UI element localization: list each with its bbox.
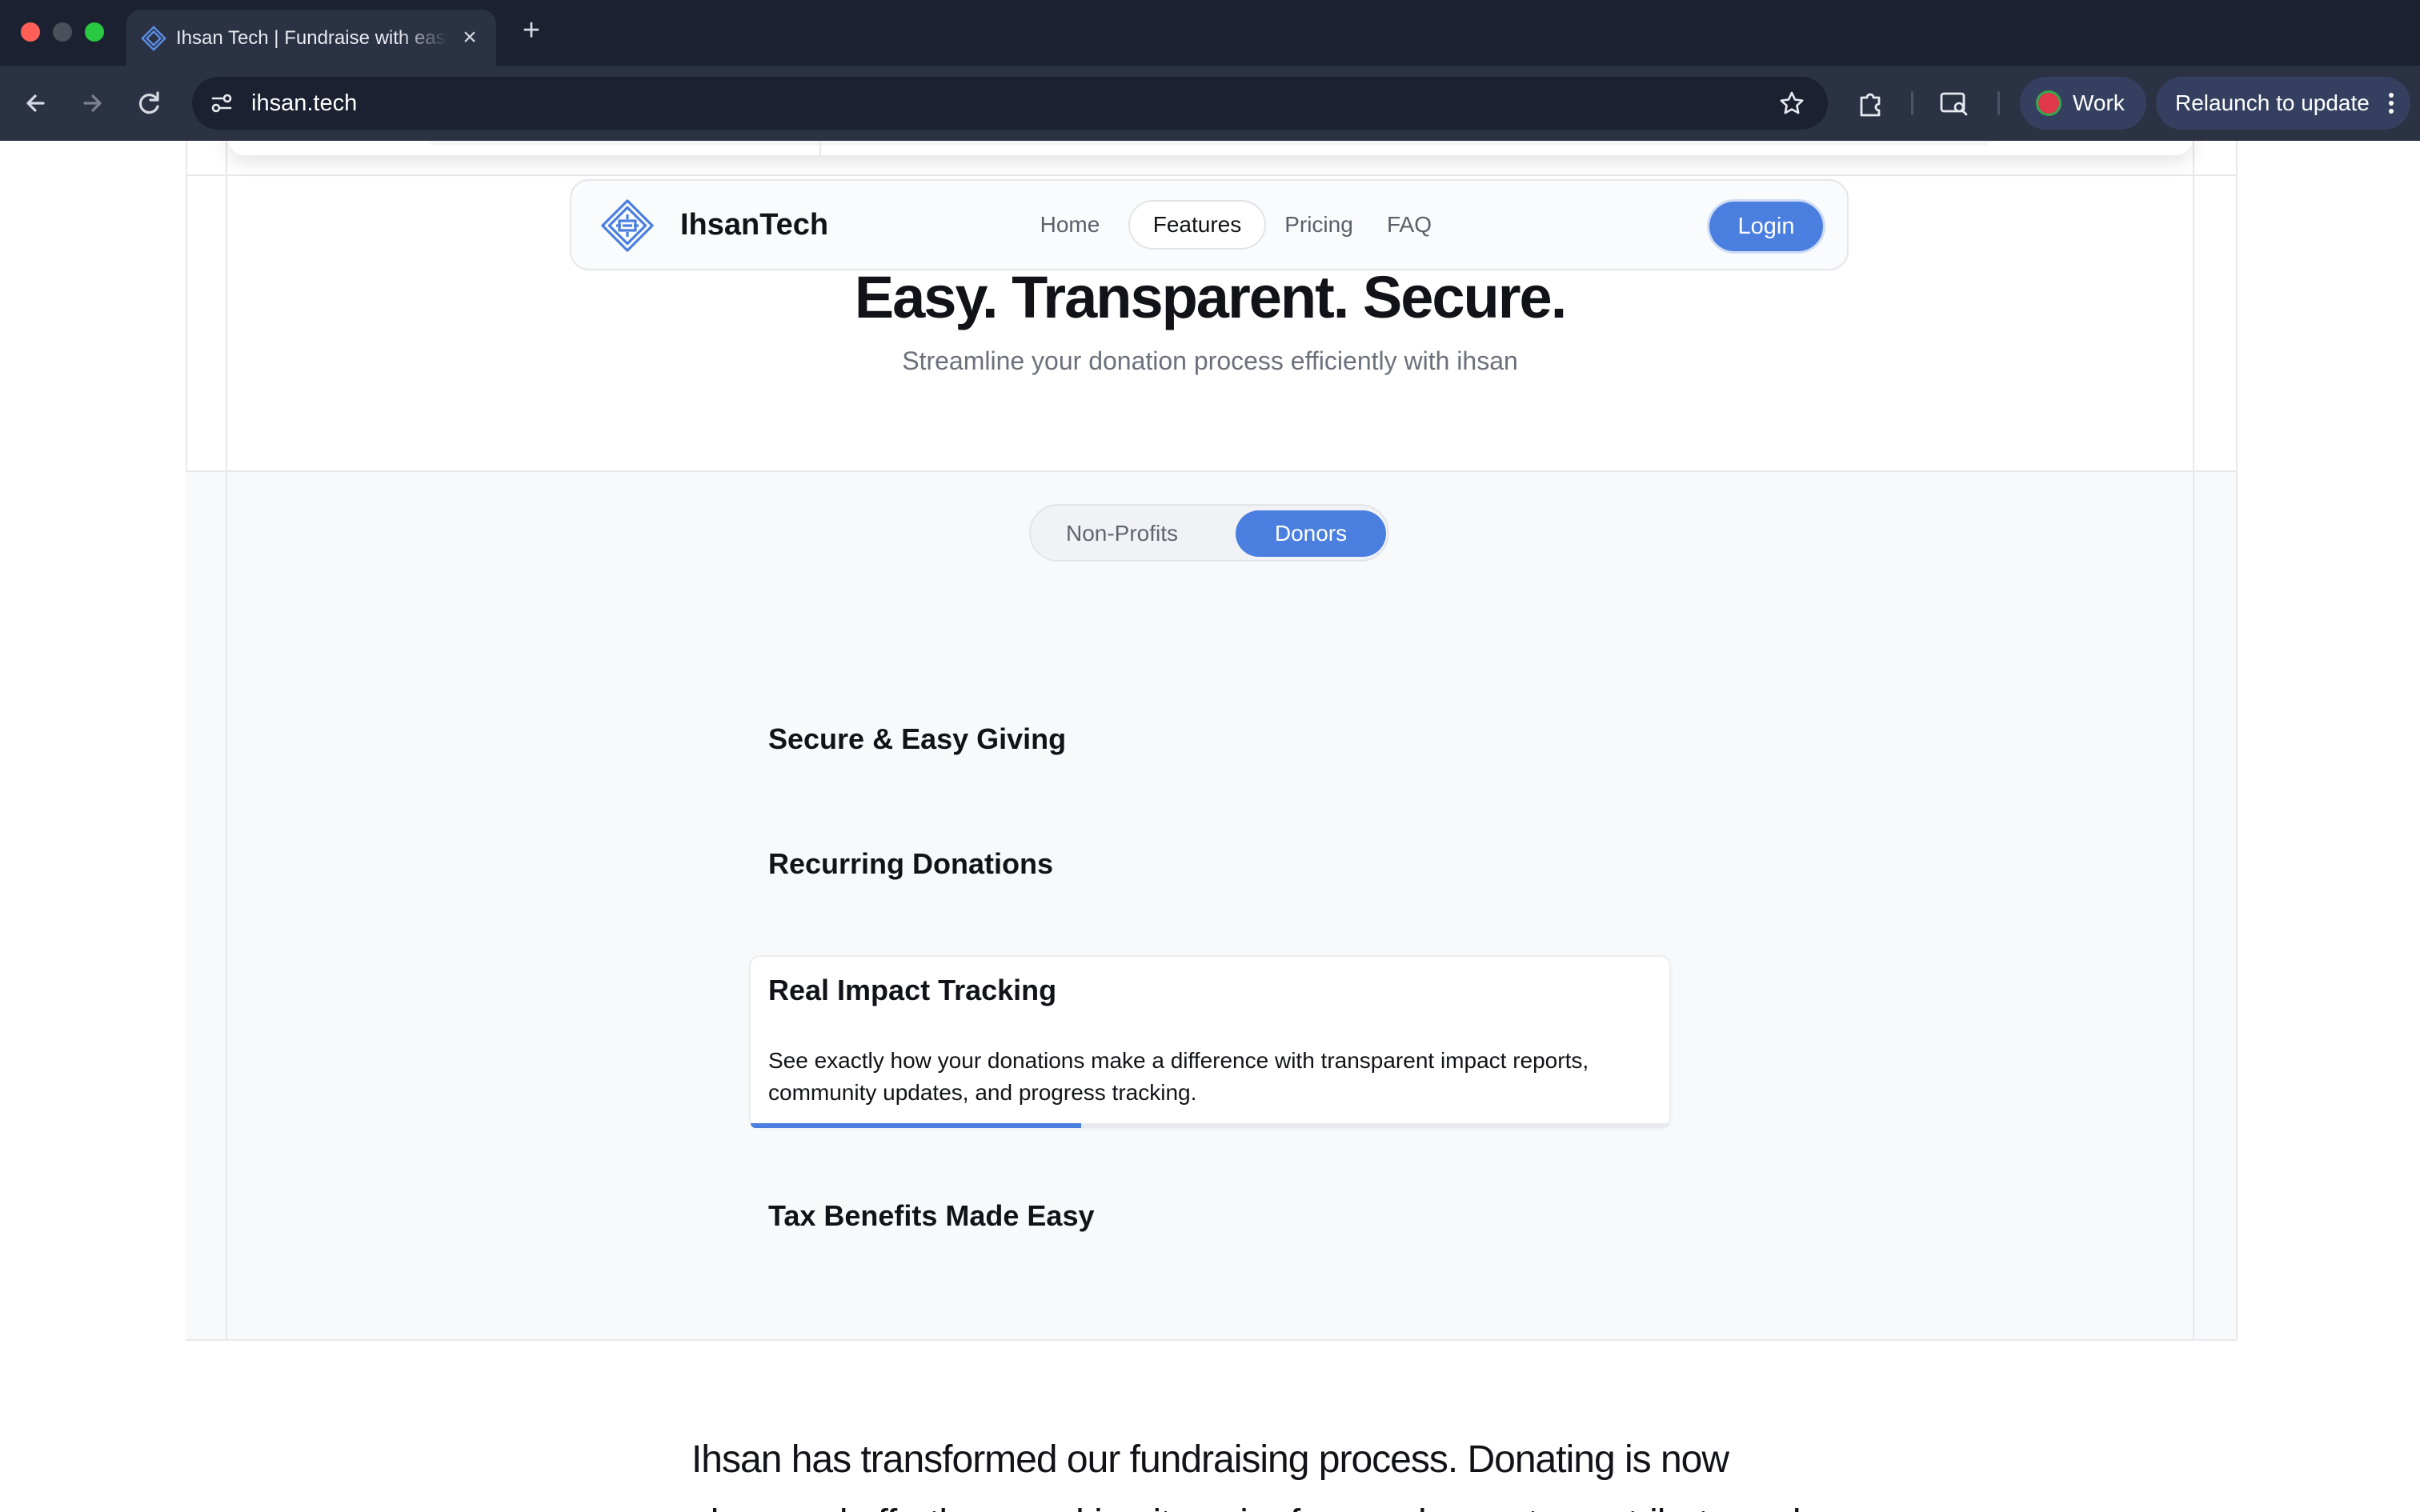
- toggle-option-non-profits[interactable]: Non-Profits: [1042, 510, 1202, 557]
- nav-link-faq[interactable]: FAQ: [1372, 200, 1447, 250]
- hero-subtitle: Streamline your donation process efficie…: [902, 346, 1518, 375]
- feature-title[interactable]: Recurring Donations: [768, 845, 1053, 883]
- login-button[interactable]: Login: [1709, 202, 1823, 251]
- reload-icon[interactable]: [130, 83, 170, 123]
- site-info-icon[interactable]: [206, 88, 237, 118]
- toggle-option-donors[interactable]: Donors: [1236, 510, 1386, 557]
- divider: [819, 141, 821, 155]
- profile-button[interactable]: Work: [2020, 77, 2146, 130]
- relaunch-to-update-button[interactable]: Relaunch to update: [2156, 77, 2410, 130]
- testimonial-quote: Ihsan has transformed our fundraising pr…: [691, 1438, 1729, 1481]
- hero-title: Easy. Transparent. Secure.: [854, 264, 1568, 330]
- audience-toggle: Non-Profits Donors: [1029, 504, 1389, 562]
- plus-icon[interactable]: +: [515, 14, 547, 46]
- tab-title: Ihsan Tech | Fundraise with ease: [176, 27, 448, 49]
- brand-name[interactable]: IhsanTech: [680, 205, 828, 245]
- feature-progress-fill: [751, 1123, 1082, 1128]
- relaunch-label: Relaunch to update: [2175, 90, 2370, 115]
- profile-avatar-icon: [2036, 90, 2061, 116]
- cast-icon[interactable]: [1937, 86, 1970, 120]
- dropdown-panel-inner: [426, 141, 1994, 146]
- browser-chrome: Ihsan Tech | Fundraise with ease × + ihs…: [0, 0, 2420, 141]
- star-icon[interactable]: [1777, 88, 1807, 118]
- nav-link-pricing[interactable]: Pricing: [1266, 200, 1372, 250]
- nav-link-features[interactable]: Features: [1128, 200, 1266, 250]
- tab-strip: Ihsan Tech | Fundraise with ease × +: [0, 0, 2420, 66]
- feature-description: See exactly how your donations make a di…: [768, 1048, 1589, 1105]
- forward-icon[interactable]: [72, 83, 112, 123]
- close-icon[interactable]: ×: [456, 24, 483, 51]
- toolbar-separator: [1997, 91, 2000, 115]
- feature-title[interactable]: Secure & Easy Giving: [768, 720, 1066, 758]
- url-text[interactable]: ihsan.tech: [251, 88, 357, 118]
- extensions-icon[interactable]: [1853, 86, 1887, 120]
- minimize-window-button[interactable]: [53, 22, 72, 42]
- feature-progress-bar: [751, 1123, 1669, 1128]
- profile-label: Work: [2073, 90, 2125, 115]
- testimonial-quote: seamless and effortless, making it easie…: [0, 1496, 2420, 1512]
- feature-title[interactable]: Real Impact Tracking: [768, 971, 1056, 1010]
- ihsan-favicon-icon: [141, 26, 166, 51]
- divider: [186, 174, 2236, 176]
- dropdown-panel-edge: [227, 141, 2193, 155]
- toolbar-separator: [1911, 91, 1913, 115]
- ihsantech-logo-icon[interactable]: [595, 194, 659, 258]
- features-section: [186, 470, 2236, 1341]
- address-bar[interactable]: ihsan.tech: [192, 77, 1828, 130]
- kebab-menu-icon[interactable]: [2383, 88, 2399, 118]
- browser-tab-active[interactable]: Ihsan Tech | Fundraise with ease ×: [126, 10, 496, 66]
- back-icon[interactable]: [16, 83, 56, 123]
- site-navbar: IhsanTech Home Features Pricing FAQ Logi…: [570, 179, 1849, 270]
- close-window-button[interactable]: [21, 22, 40, 42]
- browser-toolbar: ihsan.tech Work Relaunch to update: [0, 66, 2420, 141]
- nav-link-home[interactable]: Home: [1026, 200, 1114, 250]
- feature-title[interactable]: Tax Benefits Made Easy: [768, 1197, 1095, 1235]
- feature-item-expanded[interactable]: Real Impact Tracking See exactly how you…: [749, 955, 1671, 1128]
- zoom-window-button[interactable]: [85, 22, 104, 42]
- web-page: IhsanTech Home Features Pricing FAQ Logi…: [0, 141, 2420, 1512]
